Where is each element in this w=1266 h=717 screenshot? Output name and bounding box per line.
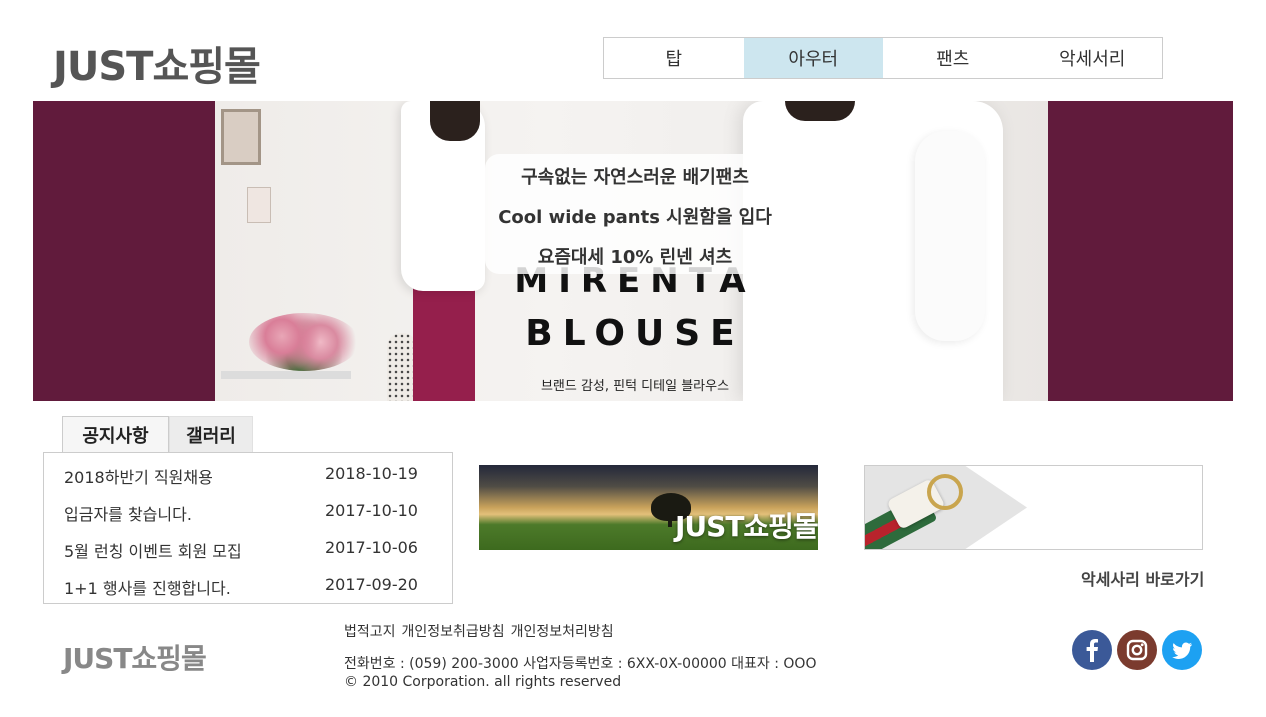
shop-banner[interactable]: JUST쇼핑몰 bbox=[479, 465, 818, 550]
nav-item-pants[interactable]: 팬츠 bbox=[883, 38, 1023, 78]
notice-title[interactable]: 5월 런칭 이벤트 회원 모집 bbox=[64, 538, 242, 562]
list-item[interactable]: 입금자를 찾습니다. 2017-10-10 bbox=[64, 501, 444, 525]
board-tabs: 공지사항 갤러리 bbox=[62, 416, 253, 453]
hero-line-1: 구속없는 자연스러운 배기팬츠 bbox=[521, 167, 749, 188]
hero-line-3: 요즘대세 10% 린넨 셔츠 bbox=[537, 247, 733, 268]
hero-banner[interactable]: MIRENTA BLOUSE 브랜드 감성, 핀턱 디테일 블라우스 구속없는 … bbox=[33, 101, 1233, 401]
notice-title[interactable]: 1+1 행사를 진행합니다. bbox=[64, 575, 231, 599]
tree-trunk-image bbox=[668, 513, 672, 527]
hero-brand-subtitle: BLOUSE bbox=[525, 313, 745, 354]
notice-date: 2017-10-10 bbox=[325, 501, 418, 520]
nav-item-outer[interactable]: 아우터 bbox=[743, 38, 883, 78]
model-right-hair-image bbox=[785, 101, 855, 121]
shop-banner-text: JUST쇼핑몰 bbox=[675, 510, 818, 543]
wall-card-image bbox=[247, 187, 271, 223]
main-nav: 탑 아우터 팬츠 악세서리 bbox=[603, 37, 1163, 79]
company-info: 전화번호 : (059) 200-3000 사업자등록번호 : 6XX-0X-0… bbox=[344, 656, 817, 672]
side-table-image bbox=[221, 371, 351, 379]
legal-notice-link[interactable]: 법적고지 bbox=[344, 621, 396, 641]
footer-logo[interactable]: JUST쇼핑몰 bbox=[63, 637, 207, 677]
tab-notice[interactable]: 공지사항 bbox=[62, 416, 169, 453]
facebook-icon[interactable] bbox=[1072, 630, 1112, 670]
notice-title[interactable]: 2018하반기 직원채용 bbox=[64, 464, 213, 488]
notice-date: 2017-10-06 bbox=[325, 538, 418, 557]
privacy-processing-link[interactable]: 개인정보처리방침 bbox=[511, 621, 614, 641]
nav-item-top[interactable]: 탑 bbox=[604, 38, 744, 78]
notice-list: 2018하반기 직원채용 2018-10-19 입금자를 찾습니다. 2017-… bbox=[43, 452, 453, 604]
hero-caption: 브랜드 감성, 핀턱 디테일 블라우스 bbox=[540, 379, 730, 394]
footer-links: 법적고지 개인정보취급방침 개인정보처리방침 bbox=[344, 621, 614, 641]
list-item[interactable]: 5월 런칭 이벤트 회원 모집 2017-10-06 bbox=[64, 538, 444, 562]
flowers-image bbox=[249, 313, 359, 371]
model-left-hair-image bbox=[430, 101, 480, 141]
twitter-icon[interactable] bbox=[1162, 630, 1202, 670]
wall-frame-image bbox=[221, 109, 261, 165]
accessory-banner[interactable] bbox=[864, 465, 1203, 550]
hero-line-2: Cool wide pants 시원함을 입다 bbox=[498, 207, 772, 228]
tab-gallery[interactable]: 갤러리 bbox=[169, 416, 253, 453]
list-item[interactable]: 2018하반기 직원채용 2018-10-19 bbox=[64, 464, 444, 488]
copyright: © 2010 Corporation. all rights reserved bbox=[344, 674, 622, 690]
nav-item-accessories[interactable]: 악세서리 bbox=[1023, 38, 1163, 78]
privacy-handling-link[interactable]: 개인정보취급방침 bbox=[402, 621, 505, 641]
notice-date: 2018-10-19 bbox=[325, 464, 418, 483]
list-item[interactable]: 1+1 행사를 진행합니다. 2017-09-20 bbox=[64, 575, 444, 599]
site-logo[interactable]: JUST쇼핑몰 bbox=[53, 34, 261, 92]
instagram-icon[interactable] bbox=[1117, 630, 1157, 670]
accessory-link[interactable]: 악세사리 바로가기 bbox=[1081, 566, 1204, 590]
notice-title[interactable]: 입금자를 찾습니다. bbox=[64, 501, 192, 525]
keyring-image bbox=[927, 474, 963, 510]
model-right-arm-image bbox=[915, 131, 985, 341]
notice-date: 2017-09-20 bbox=[325, 575, 418, 594]
